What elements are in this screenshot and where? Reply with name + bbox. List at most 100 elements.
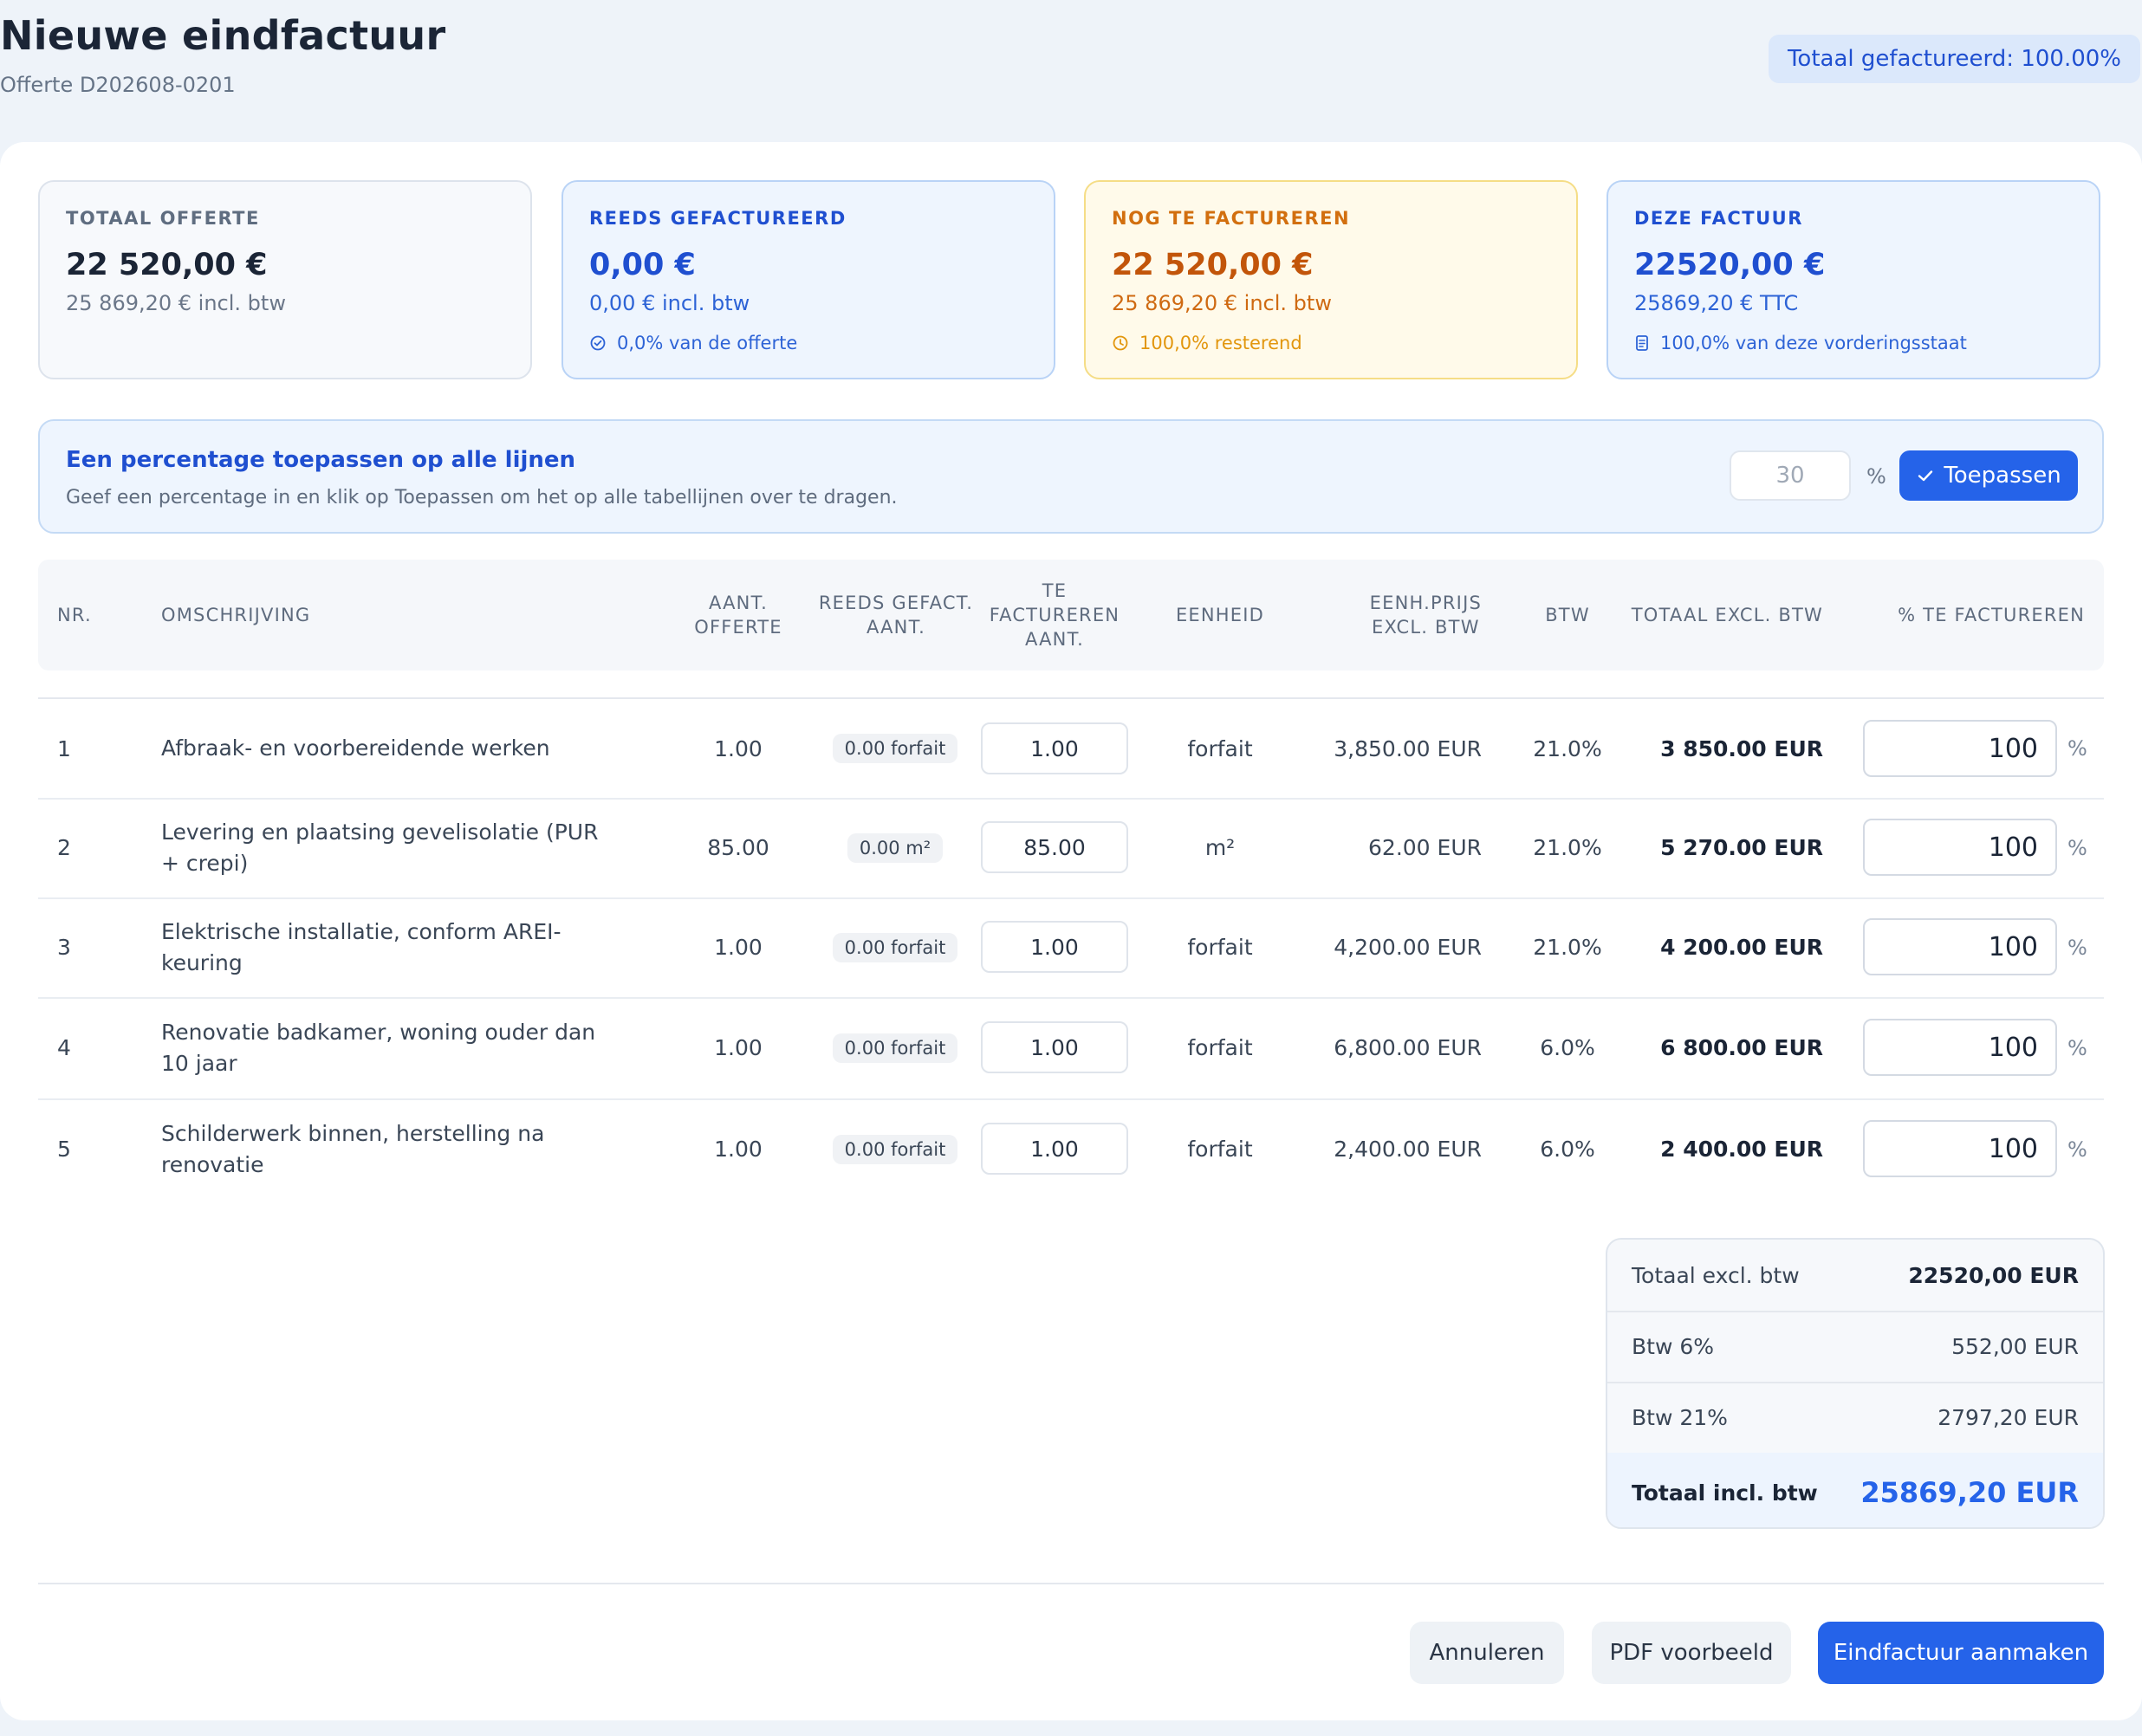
row-percent-input[interactable]: 100 <box>1863 720 2057 777</box>
row-total: 5 270.00 EUR <box>1660 835 1823 860</box>
check-circle-icon <box>590 335 606 351</box>
row-already-invoiced: 0.00 forfait <box>815 997 976 1098</box>
row-number: 3 <box>57 935 71 960</box>
percentage-input[interactable]: 30 <box>1730 450 1851 501</box>
totals-row-excl: Totaal excl. btw 22520,00 EUR <box>1607 1240 2103 1312</box>
col-header-line: AANT. <box>866 617 926 638</box>
row-percent-input[interactable]: 100 <box>1863 1019 2057 1076</box>
col-header-nr: NR. <box>57 605 92 625</box>
table-row: 4 Renovatie badkamer, woning ouder dan 1… <box>38 997 2104 1100</box>
invoice-qty-input[interactable]: 1.00 <box>981 921 1128 973</box>
row-number: 1 <box>57 735 71 761</box>
already-invoiced-pill: 0.00 forfait <box>832 1134 958 1164</box>
totals-value: 2797,20 EUR <box>1938 1404 2079 1430</box>
create-final-invoice-button[interactable]: Eindfactuur aanmaken <box>1818 1622 2104 1684</box>
row-description: Levering en plaatsing gevelisolatie (PUR… <box>161 819 599 876</box>
col-header-already-invoiced: REEDS GEFACT. AANT. <box>809 560 983 670</box>
row-number: 4 <box>57 1035 71 1060</box>
stat-note: 0,0% van de offerte <box>589 333 1028 353</box>
col-header-line: AANT. <box>1024 629 1085 650</box>
row-percent-sign: % <box>2067 835 2087 860</box>
document-icon <box>1636 335 1648 351</box>
row-unit-price: 4,200.00 EUR <box>1334 935 1482 960</box>
row-quote-qty: 1.00 <box>714 1137 763 1162</box>
col-header-description: OMSCHRIJVING <box>161 605 311 625</box>
invoice-qty-input[interactable]: 1.00 <box>981 1021 1128 1073</box>
row-percent-input[interactable]: 100 <box>1863 1120 2057 1177</box>
footer-divider <box>38 1583 2104 1584</box>
row-percent-input[interactable]: 100 <box>1863 918 2057 975</box>
stat-sub: 0,00 € incl. btw <box>589 291 750 315</box>
stat-note: 100,0% van deze vorderingsstaat <box>1634 333 2073 353</box>
totals-summary: Totaal excl. btw 22520,00 EUR Btw 6% 552… <box>1606 1238 2105 1529</box>
stat-label: DEZE FACTUUR <box>1634 208 1803 229</box>
row-unit: m² <box>1204 835 1236 860</box>
row-unit-price: 6,800.00 EUR <box>1334 1035 1482 1060</box>
clock-icon <box>1113 335 1128 351</box>
page-title: Nieuwe eindfactuur <box>0 12 446 59</box>
row-number: 2 <box>57 835 71 860</box>
row-description: Afbraak- en voorbereidende werken <box>161 735 550 761</box>
page-header: Nieuwe eindfactuur Offerte D202608-0201 … <box>0 0 2142 139</box>
totals-label: Btw 21% <box>1632 1404 1728 1430</box>
stat-note-text: 0,0% van de offerte <box>617 333 798 353</box>
stat-label: TOTAAL OFFERTE <box>66 208 260 229</box>
apply-button[interactable]: Toepassen <box>1899 450 2078 501</box>
col-header-line: REEDS GEFACT. <box>818 593 974 613</box>
quote-reference: Offerte D202608-0201 <box>0 73 236 97</box>
row-unit: forfait <box>1187 735 1253 761</box>
stat-value: 0,00 € <box>589 248 696 282</box>
row-total: 6 800.00 EUR <box>1660 1035 1823 1060</box>
apply-title: Een percentage toepassen op alle lijnen <box>66 447 576 473</box>
row-already-invoiced: 0.00 forfait <box>815 1098 976 1200</box>
col-header-quote-qty: AANT. OFFERTE <box>662 560 815 670</box>
row-vat: 6.0% <box>1540 1035 1595 1060</box>
col-header-total: TOTAAL EXCL. BTW <box>1631 605 1823 625</box>
row-already-invoiced: 0.00 forfait <box>815 699 976 798</box>
row-unit: forfait <box>1187 1137 1253 1162</box>
totals-label: Totaal excl. btw <box>1632 1262 1800 1288</box>
row-unit: forfait <box>1187 1035 1253 1060</box>
row-already-invoiced: 0.00 m² <box>815 798 976 897</box>
col-header-line: AANT. <box>708 593 769 613</box>
col-header-unit-price: EENH.PRIJS EXCL. BTW <box>1286 560 1482 670</box>
invoice-qty-input[interactable]: 1.00 <box>981 722 1128 774</box>
percent-sign: % <box>1866 464 1886 489</box>
apply-description: Geef een percentage in en klik op Toepas… <box>66 487 898 508</box>
row-percent-sign: % <box>2067 1035 2087 1060</box>
stat-card-already-invoiced: REEDS GEFACTUREERD 0,00 € 0,00 € incl. b… <box>561 180 1055 379</box>
stat-note: 100,0% resterend <box>1112 333 1550 353</box>
row-total: 2 400.00 EUR <box>1660 1137 1823 1162</box>
already-invoiced-pill: 0.00 forfait <box>832 734 958 763</box>
row-vat: 21.0% <box>1533 735 1602 761</box>
table-row: 3 Elektrische installatie, conform AREI-… <box>38 897 2104 999</box>
row-description: Renovatie badkamer, woning ouder dan 10 … <box>161 1019 596 1076</box>
cancel-button[interactable]: Annuleren <box>1410 1622 1564 1684</box>
table-row: 2 Levering en plaatsing gevelisolatie (P… <box>38 798 2104 899</box>
totals-row-incl: Totaal incl. btw 25869,20 EUR <box>1607 1453 2103 1527</box>
row-percent-sign: % <box>2067 935 2087 960</box>
apply-percentage-panel: Een percentage toepassen op alle lijnen … <box>38 419 2104 534</box>
apply-button-label: Toepassen <box>1944 463 2061 489</box>
row-unit-price: 3,850.00 EUR <box>1334 735 1482 761</box>
row-unit-price: 2,400.00 EUR <box>1334 1137 1482 1162</box>
row-percent-sign: % <box>2067 736 2087 761</box>
row-unit-price: 62.00 EUR <box>1368 835 1482 860</box>
col-header-line: EENH.PRIJS <box>1369 593 1482 613</box>
row-percent-input[interactable]: 100 <box>1863 819 2057 876</box>
row-vat: 6.0% <box>1540 1137 1595 1162</box>
invoice-qty-input[interactable]: 85.00 <box>981 821 1128 873</box>
row-quote-qty: 1.00 <box>714 735 763 761</box>
pdf-preview-button[interactable]: PDF voorbeeld <box>1592 1622 1791 1684</box>
total-invoiced-badge: Totaal gefactureerd: 100.00% <box>1768 35 2140 83</box>
already-invoiced-pill: 0.00 forfait <box>832 1033 958 1063</box>
stat-label: NOG TE FACTUREREN <box>1112 208 1351 229</box>
col-header-to-invoice: TE FACTUREREN AANT. <box>981 560 1128 670</box>
stat-note-text: 100,0% resterend <box>1139 333 1302 353</box>
table-row: 5 Schilderwerk binnen, herstelling na re… <box>38 1098 2104 1200</box>
totals-row-vat6: Btw 6% 552,00 EUR <box>1607 1311 2103 1383</box>
col-header-percent: % TE FACTUREREN <box>1898 605 2085 625</box>
invoice-qty-input[interactable]: 1.00 <box>981 1123 1128 1175</box>
stat-card-this-invoice: DEZE FACTUUR 22520,00 € 25869,20 € TTC 1… <box>1606 180 2100 379</box>
table-row: 1 Afbraak- en voorbereidende werken 1.00… <box>38 699 2104 800</box>
